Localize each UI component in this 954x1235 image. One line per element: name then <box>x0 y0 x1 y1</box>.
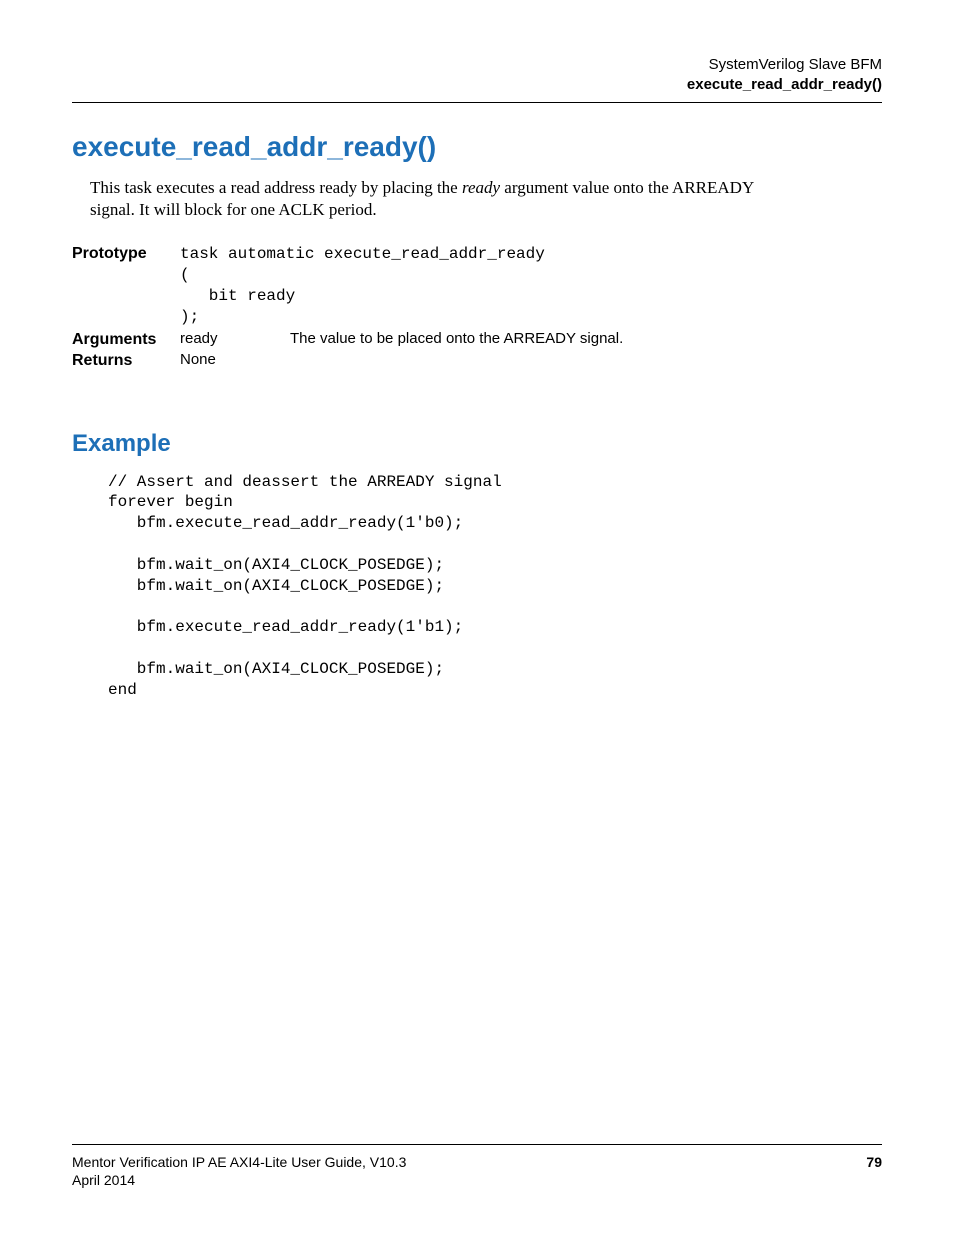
footer-page-number: 79 <box>866 1153 882 1189</box>
intro-text-pre: This task executes a read address ready … <box>90 178 462 197</box>
argument-description: The value to be placed onto the ARREADY … <box>290 330 623 347</box>
footer-guide: Mentor Verification IP AE AXI4-Lite User… <box>72 1153 406 1171</box>
page-footer: Mentor Verification IP AE AXI4-Lite User… <box>72 1144 882 1189</box>
intro-text-em: ready <box>462 178 500 197</box>
header-topic: execute_read_addr_ready() <box>72 75 882 95</box>
footer-left: Mentor Verification IP AE AXI4-Lite User… <box>72 1153 406 1189</box>
argument-name: ready <box>180 330 290 347</box>
returns-body: None <box>180 351 882 369</box>
footer-rule <box>72 1144 882 1145</box>
page-title: execute_read_addr_ready() <box>72 131 882 163</box>
prototype-code: task automatic execute_read_addr_ready (… <box>180 244 882 327</box>
intro-paragraph: This task executes a read address ready … <box>90 177 790 223</box>
running-header: SystemVerilog Slave BFM execute_read_add… <box>72 55 882 96</box>
footer-row: Mentor Verification IP AE AXI4-Lite User… <box>72 1153 882 1189</box>
prototype-row: Prototype task automatic execute_read_ad… <box>72 244 882 327</box>
page-content: SystemVerilog Slave BFM execute_read_add… <box>0 0 954 700</box>
header-rule <box>72 102 882 103</box>
arguments-row: Arguments ready The value to be placed o… <box>72 330 882 349</box>
arguments-label: Arguments <box>72 330 180 349</box>
returns-value: None <box>180 351 216 368</box>
header-section: SystemVerilog Slave BFM <box>72 55 882 75</box>
returns-label: Returns <box>72 351 180 370</box>
prototype-label: Prototype <box>72 244 180 263</box>
prototype-body: task automatic execute_read_addr_ready (… <box>180 244 882 327</box>
returns-row: Returns None <box>72 351 882 370</box>
definition-list: Prototype task automatic execute_read_ad… <box>72 244 882 369</box>
footer-date: April 2014 <box>72 1171 406 1189</box>
example-heading: Example <box>72 430 882 458</box>
example-code: // Assert and deassert the ARREADY signa… <box>108 472 882 701</box>
arguments-body: ready The value to be placed onto the AR… <box>180 330 882 347</box>
